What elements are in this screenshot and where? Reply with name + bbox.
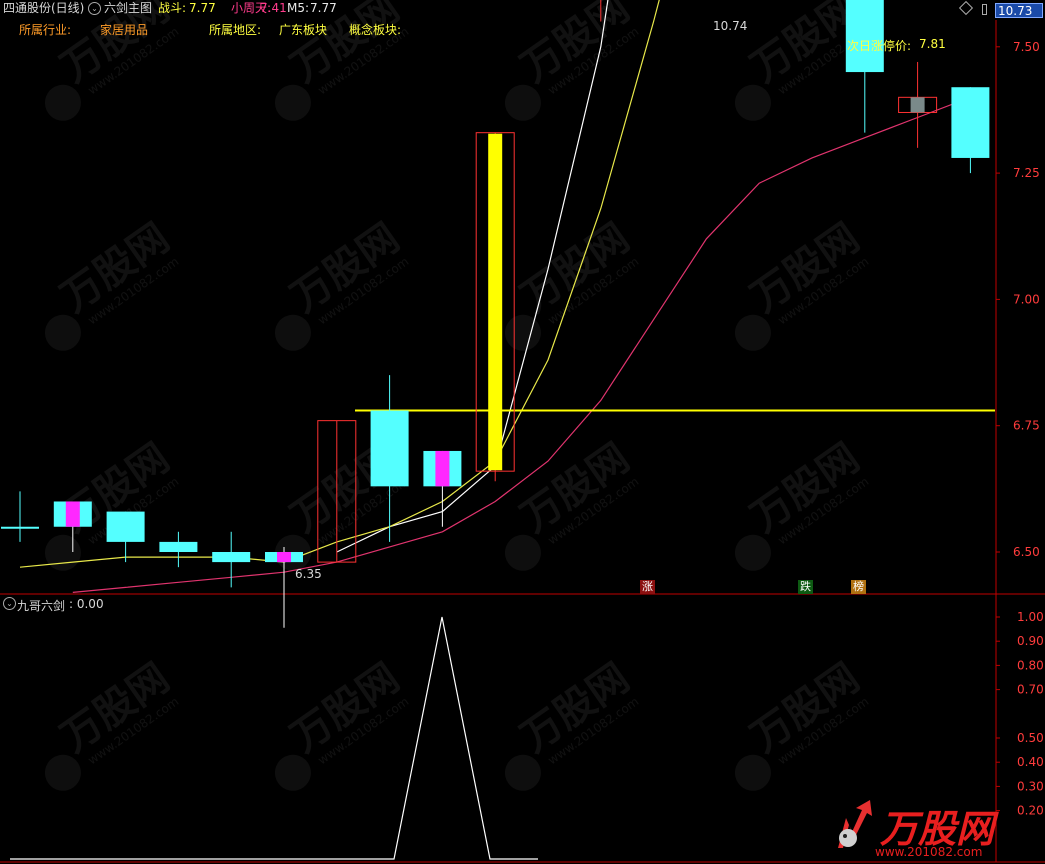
high-price-label: 10.74 bbox=[713, 19, 748, 33]
die-badge: 跌 bbox=[798, 580, 813, 594]
candle bbox=[106, 511, 145, 563]
sub-tick-label: 0.70 bbox=[1017, 683, 1044, 697]
watermark-tile: 万股网www.201082.com bbox=[504, 435, 641, 571]
candle-body bbox=[1, 526, 39, 529]
candle-body bbox=[951, 87, 990, 158]
watermark-tile: 万股网www.201082.com bbox=[274, 215, 411, 351]
candle bbox=[951, 87, 990, 174]
panel-toggle-icon[interactable] bbox=[982, 4, 987, 15]
current-price-box: 10.73 bbox=[995, 3, 1043, 18]
candle bbox=[898, 61, 938, 148]
zhang-badge: 涨 bbox=[640, 580, 655, 594]
sub-axis: 1.00 0.90 0.80 0.70 0.50 0.40 0.30 0.20 bbox=[996, 610, 1044, 818]
sub-indicator-name[interactable]: 九哥六剑 bbox=[17, 597, 65, 614]
sub-tick-label: 0.30 bbox=[1017, 779, 1044, 793]
sub-tick-label: 0.20 bbox=[1017, 804, 1044, 818]
candle-limit-fill bbox=[488, 133, 503, 471]
candle bbox=[159, 531, 198, 568]
sub-tick-label: 0.80 bbox=[1017, 658, 1044, 672]
price-axis: 10.5010.2510.009.759.509.259.008.758.508… bbox=[996, 40, 1040, 559]
indicator-lines bbox=[19, 0, 995, 593]
watermark-tile: 万股网www.201082.com bbox=[504, 215, 641, 351]
watermark-tile: 万股网www.201082.com bbox=[734, 655, 871, 791]
candle-limit-fill bbox=[277, 552, 291, 563]
sub-tick-label: 1.00 bbox=[1017, 610, 1044, 624]
m5-label: M5: bbox=[287, 1, 310, 15]
sub-tick-label: 0.50 bbox=[1017, 731, 1044, 745]
candle-limit-fill bbox=[65, 501, 80, 527]
candle-limit-fill bbox=[910, 97, 925, 113]
candle bbox=[265, 546, 303, 628]
candle-limit-fill bbox=[435, 450, 450, 487]
next-limit-label: 次日涨停价: bbox=[847, 39, 912, 53]
xiaozhoutian-value: 7.41 bbox=[260, 1, 287, 15]
watermark-tile: 万股网www.201082.com bbox=[504, 0, 641, 121]
watermark-tile: 万股网www.201082.com bbox=[44, 655, 181, 791]
industry-label: 所属行业: bbox=[19, 23, 72, 37]
watermark-tile: 万股网www.201082.com bbox=[44, 215, 181, 351]
chevron-down-icon[interactable]: ⌄ bbox=[88, 2, 101, 15]
watermark-tile: 万股网www.201082.com bbox=[504, 655, 641, 791]
candles-layer[interactable] bbox=[1, 0, 990, 628]
region-label: 所属地区: bbox=[209, 23, 262, 37]
candle-body bbox=[159, 541, 198, 552]
candle-body bbox=[212, 552, 251, 563]
price-tick-label: 6.50 bbox=[1013, 545, 1040, 559]
sub-indicator-value: : 0.00 bbox=[69, 597, 104, 611]
zhandou-value: 7.77 bbox=[189, 1, 216, 15]
watermark-tile: 万股网www.201082.com bbox=[734, 215, 871, 351]
candle bbox=[475, 132, 515, 482]
watermark-layer: 万股网www.201082.com 万股网www.201082.com 万股网www… bbox=[44, 0, 871, 791]
next-limit-value: 7.81 bbox=[919, 37, 946, 51]
sub-tick-label: 0.90 bbox=[1017, 634, 1044, 648]
stock-name[interactable]: 四通股份(日线) bbox=[3, 1, 84, 15]
price-tick-label: 6.75 bbox=[1013, 419, 1040, 433]
candle-body bbox=[370, 410, 409, 487]
watermark-tile: 万股网www.201082.com bbox=[274, 655, 411, 791]
brand-logo: 万股网 www.201082.com bbox=[838, 800, 999, 859]
sub-chevron-down-icon[interactable]: ⌄ bbox=[3, 597, 16, 610]
candle-body bbox=[106, 511, 145, 542]
m5-value: 7.77 bbox=[310, 1, 337, 15]
watermark-tile: 万股网www.201082.com bbox=[44, 0, 181, 121]
price-tick-label: 7.50 bbox=[1013, 40, 1040, 54]
sub-tick-label: 0.40 bbox=[1017, 755, 1044, 769]
low-price-label: 6.35 bbox=[295, 567, 322, 581]
candle bbox=[1, 491, 39, 542]
watermark-tile: 万股网www.201082.com bbox=[734, 435, 871, 571]
candle bbox=[845, 0, 884, 133]
indicator-name[interactable]: 六剑主图 bbox=[104, 1, 152, 15]
watermark-tile: 万股网www.201082.com bbox=[274, 0, 411, 121]
zhandou-label: 战斗: bbox=[158, 1, 187, 15]
price-tick-label: 7.25 bbox=[1013, 166, 1040, 180]
kline-chart[interactable]: 万股网www.201082.com 万股网www.201082.com 万股网www… bbox=[0, 0, 1045, 864]
watermark-tile: 万股网www.201082.com bbox=[44, 435, 181, 571]
region-value: 广东板块 bbox=[279, 23, 328, 37]
logo-site-text: www.201082.com bbox=[875, 845, 982, 859]
candle bbox=[370, 375, 409, 542]
bang-badge: 榜 bbox=[851, 580, 866, 594]
industry-value: 家居用品 bbox=[100, 23, 149, 37]
price-tick-label: 7.00 bbox=[1013, 292, 1040, 306]
concept-label: 概念板块: bbox=[349, 23, 402, 37]
